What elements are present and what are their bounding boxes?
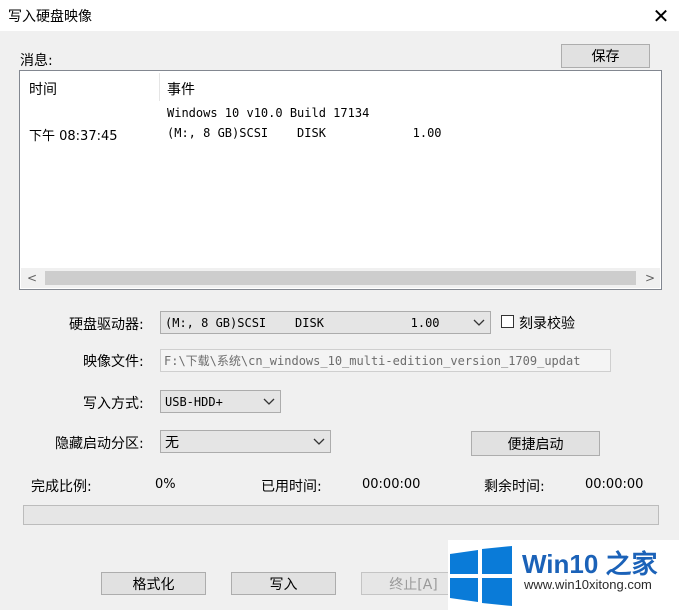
elapsed-value: 00:00:00 bbox=[362, 477, 421, 492]
drive-label: 硬盘驱动器: bbox=[69, 317, 144, 333]
write-mode-value: USB-HDD+ bbox=[165, 394, 223, 409]
chevron-down-icon bbox=[468, 319, 490, 327]
scrollbar-thumb[interactable] bbox=[45, 271, 636, 285]
title-bar bbox=[0, 0, 679, 31]
log-row-2-time: 下午 08:37:45 bbox=[29, 129, 118, 144]
image-file-label: 映像文件: bbox=[83, 354, 144, 370]
remaining-value: 00:00:00 bbox=[585, 477, 644, 492]
image-file-field[interactable]: F:\下载\系统\cn_windows_10_multi-edition_ver… bbox=[160, 349, 611, 372]
window-title: 写入硬盘映像 bbox=[8, 9, 92, 25]
progress-value: 0% bbox=[155, 477, 176, 492]
column-divider[interactable] bbox=[159, 73, 160, 101]
progress-label: 完成比例: bbox=[31, 479, 92, 495]
message-log[interactable]: 时间 事件 Windows 10 v10.0 Build 17134 下午 08… bbox=[19, 70, 662, 290]
write-mode-label: 写入方式: bbox=[83, 396, 144, 412]
remaining-label: 剩余时间: bbox=[484, 479, 545, 495]
log-row-2-event: (M:, 8 GB)SCSI DISK 1.00 bbox=[167, 126, 442, 140]
windows-logo-icon bbox=[450, 546, 512, 606]
drive-select-value: (M:, 8 GB)SCSI DISK 1.00 bbox=[165, 315, 440, 330]
messages-label: 消息: bbox=[20, 53, 53, 69]
chevron-down-icon bbox=[258, 398, 280, 406]
hidden-partition-value: 无 bbox=[165, 434, 179, 451]
chevron-down-icon bbox=[308, 438, 330, 446]
write-button[interactable]: 写入 bbox=[231, 572, 336, 595]
column-header-event[interactable]: 事件 bbox=[167, 79, 195, 99]
elapsed-label: 已用时间: bbox=[261, 479, 322, 495]
write-mode-select[interactable]: USB-HDD+ bbox=[160, 390, 281, 413]
quick-boot-button[interactable]: 便捷启动 bbox=[471, 431, 600, 456]
drive-select[interactable]: (M:, 8 GB)SCSI DISK 1.00 bbox=[160, 311, 491, 334]
horizontal-scrollbar[interactable]: < > bbox=[21, 268, 660, 288]
column-header-time[interactable]: 时间 bbox=[29, 79, 57, 99]
verify-label[interactable]: 刻录校验 bbox=[519, 313, 575, 333]
scroll-right-icon[interactable]: > bbox=[640, 268, 660, 288]
log-row-1-event: Windows 10 v10.0 Build 17134 bbox=[167, 106, 370, 120]
scroll-left-icon[interactable]: < bbox=[22, 268, 42, 288]
watermark-title: Win10 之家 bbox=[522, 549, 658, 579]
hidden-partition-label: 隐藏启动分区: bbox=[55, 436, 144, 452]
save-button[interactable]: 保存 bbox=[561, 44, 650, 68]
hidden-partition-select[interactable]: 无 bbox=[160, 430, 331, 453]
format-button[interactable]: 格式化 bbox=[101, 572, 206, 595]
close-icon[interactable]: ✕ bbox=[643, 0, 679, 31]
watermark-url: www.win10xitong.com bbox=[524, 577, 652, 592]
verify-checkbox[interactable] bbox=[501, 315, 514, 328]
progress-bar bbox=[23, 505, 659, 525]
